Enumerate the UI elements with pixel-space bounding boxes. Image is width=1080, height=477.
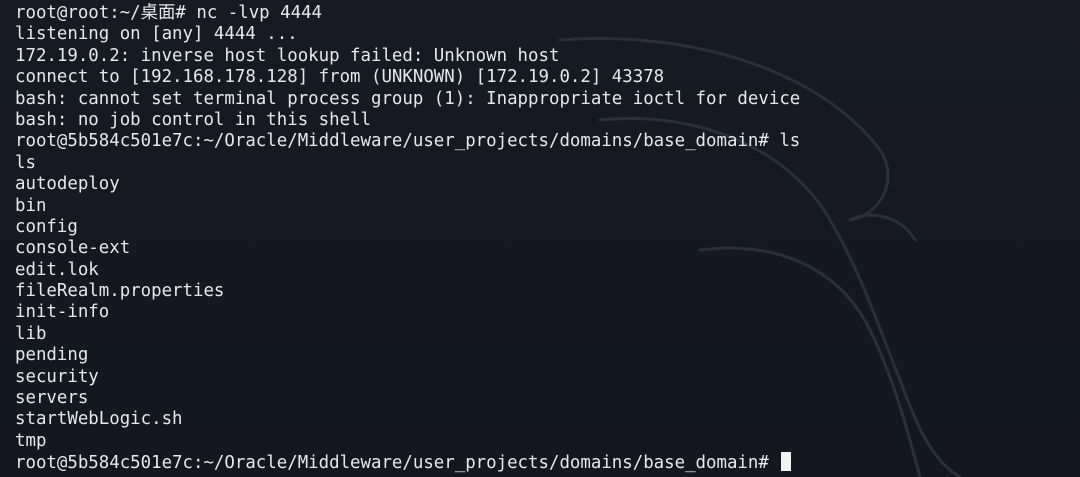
terminal-line: startWebLogic.sh (15, 409, 183, 430)
terminal-line: root@5b584c501e7c:~/Oracle/Middleware/us… (15, 131, 801, 152)
terminal-line: 172.19.0.2: inverse host lookup failed: … (15, 45, 560, 66)
terminal-line: pending (15, 345, 89, 366)
terminal-line: listening on [any] 4444 ... (15, 24, 298, 45)
terminal-output: root@root:~/桌面# nc -lvp 4444 listening on… (15, 3, 800, 474)
terminal-line: bin (15, 195, 47, 216)
shell-prompt: root@5b584c501e7c:~/Oracle/Middleware/us… (15, 453, 780, 474)
terminal-line: autodeploy (15, 174, 120, 195)
terminal-line: ls (15, 152, 36, 173)
terminal-line: servers (15, 388, 89, 409)
terminal-line: edit.lok (15, 259, 99, 280)
terminal-window[interactable]: root@root:~/桌面# nc -lvp 4444 listening on… (0, 0, 1080, 477)
terminal-line: init-info (15, 302, 110, 323)
terminal-line: fileRealm.properties (15, 281, 225, 302)
terminal-line: bash: cannot set terminal process group … (15, 88, 801, 109)
text-cursor[interactable] (781, 452, 792, 472)
terminal-line: security (15, 366, 99, 387)
terminal-line: config (15, 216, 78, 237)
prompt-line[interactable]: root@5b584c501e7c:~/Oracle/Middleware/us… (15, 452, 800, 473)
terminal-line: console-ext (15, 238, 131, 259)
terminal-line: root@root:~/桌面# nc -lvp 4444 (15, 3, 323, 23)
terminal-line: connect to [192.168.178.128] from (UNKNO… (15, 67, 665, 88)
terminal-line: tmp (15, 430, 47, 451)
terminal-line: lib (15, 323, 47, 344)
terminal-line: bash: no job control in this shell (15, 109, 371, 130)
